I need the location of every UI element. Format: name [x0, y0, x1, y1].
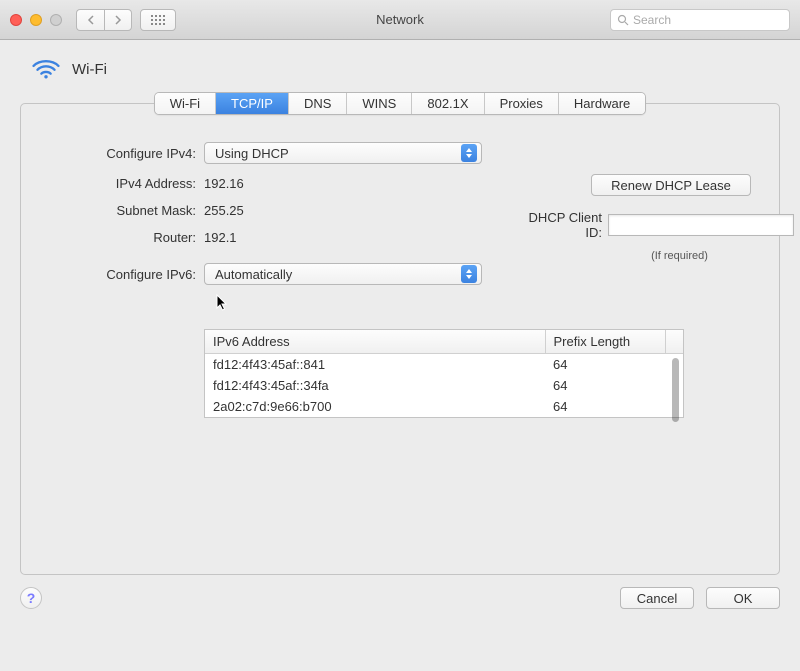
page-title: Wi-Fi — [72, 61, 107, 78]
table-row[interactable]: 2a02:c7d:9e66:b700 64 — [205, 396, 683, 417]
grid-icon — [151, 15, 165, 25]
tabs: Wi-Fi TCP/IP DNS WINS 802.1X Proxies Har… — [20, 92, 780, 115]
scrollbar[interactable] — [672, 358, 679, 422]
wifi-icon — [32, 58, 60, 80]
titlebar: Network Search — [0, 0, 800, 40]
show-all-button[interactable] — [140, 9, 176, 31]
dhcp-client-id-label: DHCP Client ID: — [513, 210, 608, 240]
ipv6-prefix-cell: 64 — [545, 354, 665, 376]
chevron-left-icon — [87, 15, 95, 25]
renew-dhcp-lease-button[interactable]: Renew DHCP Lease — [591, 174, 751, 196]
ipv6-col-spacer — [665, 330, 683, 354]
ipv6-prefix-cell: 64 — [545, 375, 665, 396]
ipv6-col-address[interactable]: IPv6 Address — [205, 330, 545, 354]
cancel-button[interactable]: Cancel — [620, 587, 694, 609]
back-button[interactable] — [76, 9, 104, 31]
minimize-window-button[interactable] — [30, 14, 42, 26]
tab-proxies[interactable]: Proxies — [485, 93, 559, 114]
ipv6-addr-cell: fd12:4f43:45af::34fa — [205, 375, 545, 396]
ipv4-address-value: 192.16 — [204, 176, 244, 191]
window-controls — [10, 14, 62, 26]
help-button[interactable]: ? — [20, 587, 42, 609]
configure-ipv4-select[interactable]: Using DHCP — [204, 142, 482, 164]
dhcp-area: Renew DHCP Lease DHCP Client ID: (If req… — [513, 174, 751, 262]
zoom-window-button[interactable] — [50, 14, 62, 26]
content: Wi-Fi Wi-Fi TCP/IP DNS WINS 802.1X Proxi… — [0, 40, 800, 623]
ok-button[interactable]: OK — [706, 587, 780, 609]
configure-ipv6-label: Configure IPv6: — [49, 267, 204, 282]
configure-ipv4-label: Configure IPv4: — [49, 146, 204, 161]
tab-wifi[interactable]: Wi-Fi — [155, 93, 216, 114]
ipv6-col-prefix[interactable]: Prefix Length — [545, 330, 665, 354]
chevron-updown-icon — [461, 144, 477, 162]
ipv6-addr-cell: fd12:4f43:45af::841 — [205, 354, 545, 376]
search-placeholder: Search — [633, 13, 671, 27]
chevron-updown-icon — [461, 265, 477, 283]
table-row[interactable]: fd12:4f43:45af::841 64 — [205, 354, 683, 376]
nav-buttons — [76, 9, 132, 31]
close-window-button[interactable] — [10, 14, 22, 26]
tab-tcpip[interactable]: TCP/IP — [216, 93, 289, 114]
tab-8021x[interactable]: 802.1X — [412, 93, 484, 114]
search-input[interactable]: Search — [610, 9, 790, 31]
chevron-right-icon — [114, 15, 122, 25]
configure-ipv6-value: Automatically — [215, 267, 292, 282]
router-value: 192.1 — [204, 230, 237, 245]
router-label: Router: — [49, 230, 204, 245]
dhcp-client-id-input[interactable] — [608, 214, 794, 236]
subnet-mask-value: 255.25 — [204, 203, 244, 218]
ipv6-prefix-cell: 64 — [545, 396, 665, 417]
tab-hardware[interactable]: Hardware — [559, 93, 645, 114]
ipv6-addr-cell: 2a02:c7d:9e66:b700 — [205, 396, 545, 417]
configure-ipv4-value: Using DHCP — [215, 146, 289, 161]
page-header: Wi-Fi — [20, 58, 780, 80]
dhcp-if-required-label: (If required) — [608, 250, 751, 262]
subnet-mask-label: Subnet Mask: — [49, 203, 204, 218]
tab-wins[interactable]: WINS — [347, 93, 412, 114]
table-row[interactable]: fd12:4f43:45af::34fa 64 — [205, 375, 683, 396]
forward-button[interactable] — [104, 9, 132, 31]
search-icon — [617, 14, 629, 26]
ipv4-address-label: IPv4 Address: — [49, 176, 204, 191]
window-title: Network — [376, 12, 424, 27]
footer: ? Cancel OK — [20, 587, 780, 609]
ipv6-table: IPv6 Address Prefix Length fd12:4f43:45a… — [204, 329, 684, 418]
configure-ipv6-select[interactable]: Automatically — [204, 263, 482, 285]
tcpip-panel: Configure IPv4: Using DHCP IPv4 Address:… — [20, 103, 780, 575]
tab-dns[interactable]: DNS — [289, 93, 347, 114]
